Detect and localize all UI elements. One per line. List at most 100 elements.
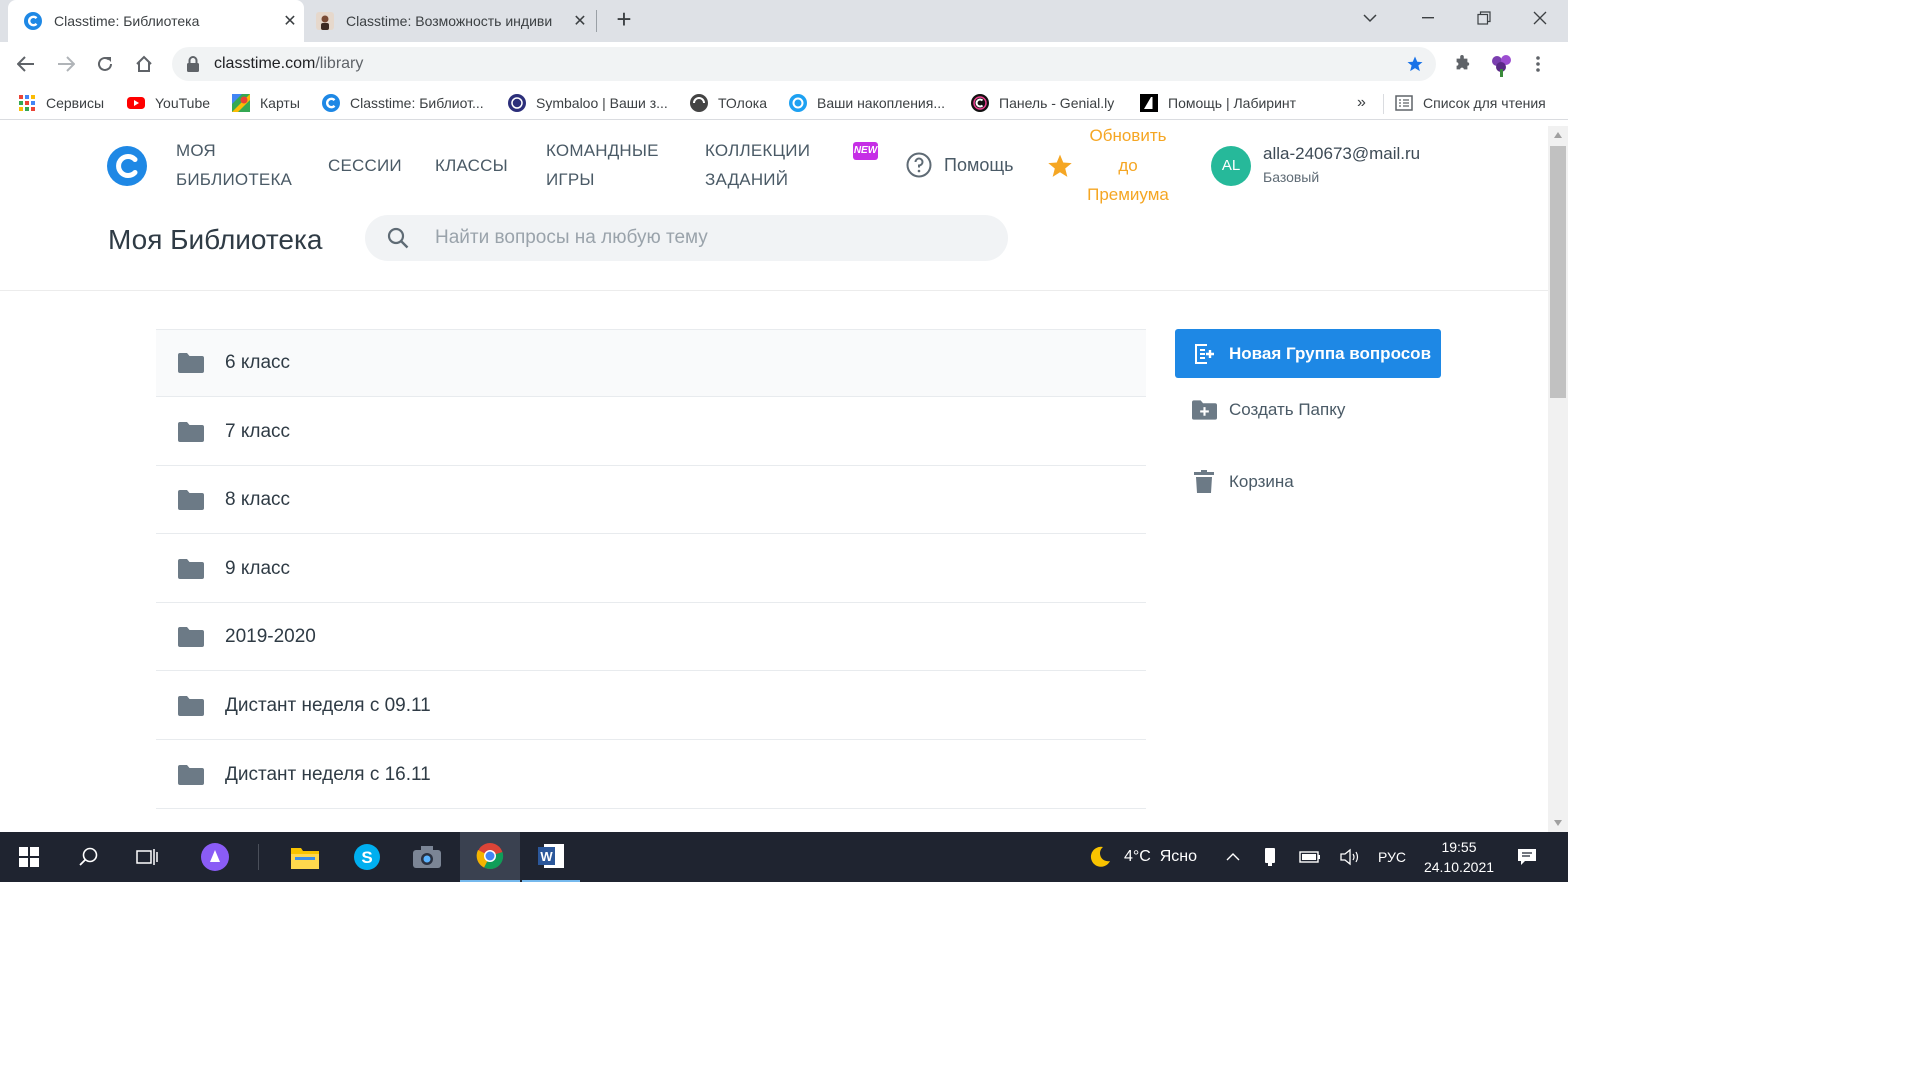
avatar[interactable]: AL (1211, 146, 1251, 186)
nav-sessions[interactable]: СЕССИИ (328, 151, 402, 180)
chrome-menu-icon[interactable] (1522, 48, 1554, 80)
add-folder-icon (1192, 400, 1217, 420)
word-icon[interactable]: W (522, 832, 580, 882)
folder-row[interactable]: 8 класс (156, 466, 1146, 534)
reload-icon[interactable] (89, 48, 121, 80)
volume-icon[interactable] (1336, 832, 1364, 882)
task-view-icon[interactable] (120, 832, 174, 882)
skype-icon[interactable]: S (338, 832, 396, 882)
bookmark-symbaloo[interactable]: Symbaloo | Ваши з... (508, 92, 668, 114)
weather-widget[interactable]: 4°C Ясно (1088, 832, 1208, 882)
phone-icon[interactable] (1256, 832, 1284, 882)
show-hidden-icons[interactable] (1220, 832, 1246, 882)
premium-star-icon (1048, 154, 1072, 177)
chrome-taskbar-icon[interactable] (460, 832, 520, 882)
trash-button[interactable]: Корзина (1194, 470, 1294, 494)
folder-row[interactable]: 2019-2020 (156, 603, 1146, 671)
new-document-icon (1195, 343, 1214, 364)
alice-assistant-icon[interactable] (186, 832, 244, 882)
minimize-icon[interactable] (1400, 0, 1456, 36)
scroll-up-icon[interactable] (1554, 132, 1562, 138)
folder-row[interactable]: Дистант неделя с 09.11 (156, 672, 1146, 740)
nav-classes[interactable]: КЛАССЫ (435, 151, 508, 180)
classtime-logo-icon[interactable] (107, 146, 147, 186)
battery-icon[interactable] (1296, 832, 1324, 882)
tab-close-icon[interactable]: ✕ (566, 11, 594, 31)
folder-icon (178, 489, 204, 510)
taskbar-search-icon[interactable] (62, 832, 116, 882)
tab-classtime-library[interactable]: Classtime: Библиотека ✕ (8, 0, 304, 42)
help-circle-icon (906, 152, 932, 178)
language-indicator[interactable]: РУС (1372, 832, 1412, 882)
folder-label: 8 класс (225, 488, 291, 510)
home-icon[interactable] (128, 48, 160, 80)
back-icon[interactable] (10, 48, 42, 80)
svg-text:S: S (361, 848, 372, 867)
nav-my-library[interactable]: МОЯ БИБЛИОТЕКА (176, 136, 292, 194)
page-content: МОЯ БИБЛИОТЕКА СЕССИИ КЛАССЫ КОМАНДНЫЕ ИГР… (0, 126, 1548, 832)
camera-icon[interactable] (398, 832, 456, 882)
scroll-down-icon[interactable] (1554, 820, 1562, 826)
clock-date: 24.10.2021 (1423, 859, 1495, 875)
folder-row[interactable]: 9 класс (156, 535, 1146, 603)
user-email[interactable]: alla-240673@mail.ru (1263, 144, 1420, 164)
folder-row[interactable]: Дистант неделя с 16.11 (156, 741, 1146, 809)
labirint-icon (1140, 94, 1158, 112)
restore-icon[interactable] (1456, 0, 1512, 36)
bookmark-youtube[interactable]: YouTube (127, 92, 210, 114)
savings-icon (789, 94, 807, 112)
apps-grid-icon (19, 95, 35, 111)
notifications-icon[interactable] (1508, 832, 1546, 882)
classtime-icon (322, 94, 340, 112)
bookmarks-overflow-button[interactable]: » (1357, 92, 1366, 114)
bookmark-star-icon[interactable] (1406, 55, 1424, 73)
site-header: МОЯ БИБЛИОТЕКА СЕССИИ КЛАССЫ КОМАНДНЫЕ ИГР… (0, 126, 1548, 291)
bookmark-savings[interactable]: Ваши накопления... (789, 92, 945, 114)
bookmark-maps[interactable]: Карты (232, 92, 300, 114)
folder-icon (178, 626, 204, 647)
address-bar[interactable]: classtime.com/library (172, 47, 1436, 81)
create-folder-button[interactable]: Создать Папку (1192, 400, 1345, 420)
page-title: Моя Библиотека (108, 224, 323, 255)
bookmark-genially[interactable]: Панель - Genial.ly (971, 92, 1114, 114)
extensions-icon[interactable] (1446, 48, 1478, 80)
folder-row[interactable]: 7 класс (156, 398, 1146, 466)
bookmark-classtime[interactable]: Classtime: Библиот... (322, 92, 484, 114)
tab-classtime-individual[interactable]: Classtime: Возможность индиви ✕ (304, 0, 594, 42)
close-window-icon[interactable] (1512, 0, 1568, 36)
bookmark-toloka[interactable]: ТОлока (690, 92, 767, 114)
scrollbar-thumb[interactable] (1550, 146, 1566, 398)
tab-search-icon[interactable] (1342, 0, 1398, 36)
svg-text:W: W (540, 849, 553, 864)
symbaloo-icon (508, 94, 526, 112)
folder-label: Дистант неделя с 09.11 (225, 694, 431, 716)
forward-icon[interactable] (50, 48, 82, 80)
new-tab-button[interactable]: + (610, 6, 638, 34)
nav-collections[interactable]: КОЛЛЕКЦИИ ЗАДАНИЙ (705, 136, 810, 194)
new-badge: NEW (853, 142, 878, 160)
folder-icon (178, 764, 204, 785)
reading-list-button[interactable]: Список для чтения (1395, 92, 1546, 114)
classtime-favicon-icon (24, 12, 42, 30)
new-question-group-button[interactable]: Новая Группа вопросов (1175, 329, 1441, 378)
help-link[interactable]: Помощь (906, 152, 1014, 178)
youtube-icon (127, 97, 145, 109)
clock-time: 19:55 (1441, 839, 1477, 855)
bookmark-labirint[interactable]: Помощь | Лабиринт (1140, 92, 1296, 114)
file-explorer-icon[interactable] (276, 832, 334, 882)
search-input[interactable]: Найти вопросы на любую тему (365, 215, 1008, 261)
folder-icon (178, 695, 204, 716)
nav-team-games[interactable]: КОМАНДНЫЕ ИГРЫ (546, 136, 659, 194)
bookmark-services[interactable]: Сервисы (18, 92, 104, 114)
clock[interactable]: 19:55 24.10.2021 (1418, 832, 1500, 882)
upgrade-link[interactable]: Обновить до Премиума (1078, 126, 1178, 210)
url-text: classtime.com/library (214, 55, 364, 72)
genially-icon (971, 94, 989, 112)
search-placeholder: Найти вопросы на любую тему (435, 227, 708, 248)
tab-close-icon[interactable]: ✕ (276, 11, 304, 31)
start-button[interactable] (0, 832, 58, 882)
profile-avatar-icon[interactable] (1486, 48, 1518, 80)
folder-row[interactable]: 6 класс (156, 329, 1146, 397)
library-content: 6 класс 7 класс 8 класс 9 класс 2019-202… (0, 291, 1548, 832)
folder-row[interactable] (156, 809, 1146, 832)
